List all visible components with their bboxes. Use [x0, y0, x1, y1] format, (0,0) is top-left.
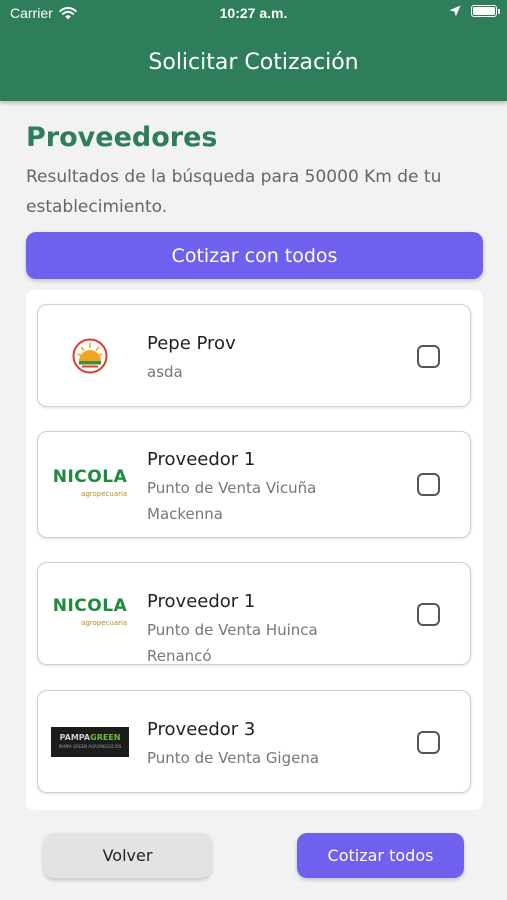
quote-all-footer-button[interactable]: Cotizar todos — [297, 833, 464, 878]
provider-checkbox[interactable] — [417, 603, 440, 626]
provider-name: Proveedor 1 — [147, 591, 256, 612]
provider-logo: NICOLA agropecuaria — [50, 463, 130, 507]
provider-name: Proveedor 1 — [147, 449, 256, 470]
provider-card[interactable]: NICOLA agropecuaria Proveedor 1 Punto de… — [37, 431, 471, 538]
provider-subtitle: Punto de Venta Vicuña Mackenna — [147, 479, 317, 523]
provider-subtitle: asda — [147, 363, 183, 381]
provider-list[interactable]: Pepe Prov asda NICOLA agropecuaria Prove… — [26, 290, 483, 810]
provider-checkbox[interactable] — [417, 345, 440, 368]
provider-card[interactable]: Pepe Prov asda — [37, 304, 471, 407]
status-bar: Carrier 10:27 a.m. — [0, 0, 507, 28]
nicola-logo: NICOLA agropecuaria — [52, 595, 128, 627]
app-header: Carrier 10:27 a.m. Solicitar Cotización — [0, 0, 507, 101]
pampa-logo: PAMPAGREEN PAMPA GREEN AGRONEGOCIOS — [51, 727, 129, 757]
provider-card[interactable]: NICOLA agropecuaria Proveedor 1 Punto de… — [37, 562, 471, 665]
battery-icon — [471, 5, 500, 17]
provider-name: Pepe Prov — [147, 333, 236, 354]
section-title: Proveedores — [26, 122, 218, 153]
provider-card[interactable]: PAMPAGREEN PAMPA GREEN AGRONEGOCIOS Prov… — [37, 690, 471, 793]
location-arrow-icon — [449, 5, 461, 17]
quote-all-button[interactable]: Cotizar con todos — [26, 232, 483, 279]
nicola-logo: NICOLA agropecuaria — [52, 466, 128, 498]
provider-logo — [50, 334, 130, 378]
back-button[interactable]: Volver — [44, 833, 211, 878]
status-right — [449, 5, 500, 17]
provider-logo: PAMPAGREEN PAMPA GREEN AGRONEGOCIOS — [50, 720, 130, 764]
provider-subtitle: Punto de Venta Huinca Renancó — [147, 621, 318, 665]
provider-name: Proveedor 3 — [147, 719, 256, 740]
provider-checkbox[interactable] — [417, 731, 440, 754]
header-title: Solicitar Cotización — [148, 50, 359, 75]
sun-logo-icon — [72, 338, 108, 374]
provider-checkbox[interactable] — [417, 473, 440, 496]
provider-subtitle: Punto de Venta Gigena — [147, 749, 320, 767]
status-time: 10:27 a.m. — [219, 5, 288, 21]
section-description: Resultados de la búsqueda para 50000 Km … — [26, 167, 442, 217]
provider-logo: NICOLA agropecuaria — [50, 592, 130, 636]
